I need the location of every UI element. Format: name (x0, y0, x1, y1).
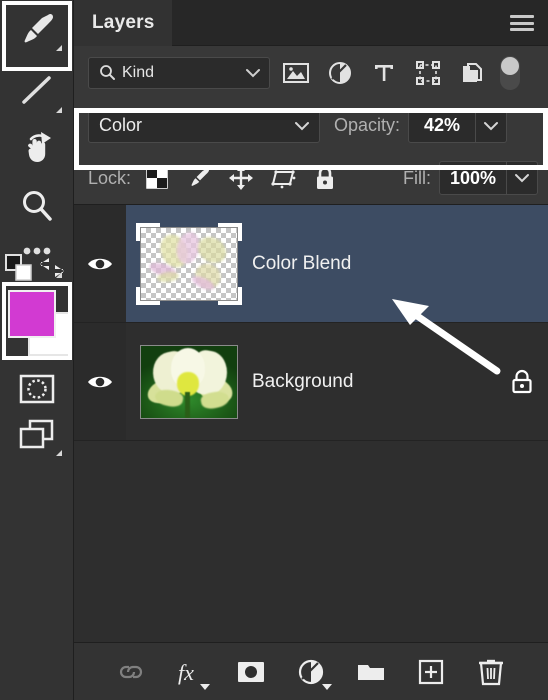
layer-lock-badge (496, 368, 548, 396)
lock-icon (512, 369, 532, 393)
layer-visibility-toggle[interactable] (74, 323, 126, 440)
lock-transparent-pixels-icon[interactable] (143, 163, 171, 193)
link-icon (119, 665, 143, 678)
lock-icons-group (143, 163, 339, 193)
opacity-dropdown-arrow[interactable] (476, 121, 506, 131)
shape-layer-filter-icon[interactable] (406, 53, 450, 93)
filter-kind-select[interactable]: Kind (88, 56, 270, 89)
table-row[interactable]: Background (74, 323, 548, 441)
eye-icon (88, 376, 112, 387)
chevron-down-icon (484, 121, 499, 130)
chevron-down-icon (515, 174, 529, 183)
filter-kind-label: Kind (122, 63, 155, 81)
fill-value: 100% (449, 167, 496, 188)
layer-list: Color Blend Background (74, 205, 548, 617)
adjustment-layer-filter-icon[interactable] (318, 53, 362, 93)
fill-field[interactable]: 100% (438, 161, 538, 195)
mask-icon (238, 661, 264, 682)
folder-icon (358, 664, 384, 680)
hamburger-line (510, 28, 534, 31)
dropdown-caret-icon (322, 683, 332, 690)
lock-image-pixels-icon[interactable] (185, 163, 213, 193)
layer-mask-button[interactable] (234, 655, 268, 689)
hamburger-line (510, 21, 534, 25)
panel-menu-button[interactable] (510, 13, 534, 33)
chevron-down-icon (295, 122, 309, 131)
table-row[interactable]: Color Blend (74, 205, 548, 323)
blend-mode-select[interactable]: Color (88, 108, 320, 143)
layer-thumbnail-transparent (136, 222, 242, 305)
layer-thumbnail-cell[interactable] (126, 222, 252, 305)
line-gradient-icon (22, 76, 51, 104)
layer-thumbnail-cell[interactable] (126, 344, 252, 419)
tools-toolbar (0, 0, 74, 700)
lock-artboard-nesting-icon[interactable] (269, 163, 297, 193)
layer-style-button[interactable]: fx (174, 655, 210, 690)
quick-mask-icon (19, 374, 55, 404)
dropdown-caret-icon (200, 683, 210, 690)
lock-all-icon[interactable] (311, 163, 339, 193)
new-group-button[interactable] (354, 655, 388, 689)
lock-position-icon[interactable] (227, 163, 255, 193)
hand-rotate-icon (28, 132, 51, 162)
brush-icon (24, 13, 53, 43)
swap-colors-icon[interactable] (37, 254, 67, 282)
gradient-tool[interactable] (5, 62, 69, 120)
blend-mode-value: Color (99, 115, 143, 135)
screen-mode-icon (19, 419, 54, 449)
layer-thumbnail-photo (140, 344, 238, 419)
filter-enable-toggle[interactable] (500, 55, 520, 90)
layer-name[interactable]: Color Blend (252, 253, 496, 275)
panel-tab-bar: Layers (74, 0, 548, 46)
lock-row: Lock: Fill: 100% (74, 152, 548, 205)
layers-panel-bottom-bar: fx (74, 642, 548, 700)
fx-icon: fx (178, 660, 194, 685)
lock-label: Lock: (88, 167, 132, 188)
foreground-color-swatch[interactable] (8, 290, 56, 338)
flyout-corner-icon (56, 450, 62, 456)
trash-icon (479, 659, 503, 685)
pixel-layer-filter-icon[interactable] (274, 53, 318, 93)
layer-visibility-toggle[interactable] (74, 205, 126, 322)
brush-tool[interactable] (5, 0, 69, 58)
default-colors-icon[interactable] (5, 254, 33, 282)
fill-dropdown-arrow[interactable] (507, 173, 537, 183)
flyout-corner-icon (56, 45, 62, 51)
eye-icon (88, 258, 112, 269)
flyout-corner-icon (56, 107, 62, 113)
plus-square-icon (418, 659, 444, 684)
delete-layer-button[interactable] (474, 655, 508, 689)
fill-label: Fill: (402, 167, 431, 188)
half-circle-icon (298, 659, 324, 684)
screen-mode-button[interactable] (5, 405, 69, 463)
link-layers-button[interactable] (114, 655, 148, 689)
chevron-down-icon (246, 68, 260, 77)
photoshop-layers-panel-screenshot: Layers Kind Color Opacity: 42% Lock: Fil… (0, 0, 548, 700)
stem (185, 391, 190, 418)
adjustment-layer-button[interactable] (294, 655, 332, 690)
opacity-value: 42% (424, 115, 461, 135)
rotate-view-tool[interactable] (5, 120, 69, 178)
new-layer-button[interactable] (414, 655, 448, 689)
blend-mode-row: Color Opacity: 42% (74, 99, 548, 152)
type-layer-filter-icon[interactable] (362, 53, 406, 93)
filter-type-icons (274, 53, 522, 93)
toggle-knob (501, 56, 519, 75)
layer-name[interactable]: Background (252, 371, 496, 393)
layer-filter-row: Kind (74, 46, 548, 99)
search-icon (100, 65, 115, 80)
color-controls-row (5, 252, 69, 282)
lotus-flower-photo (141, 345, 237, 418)
opacity-label: Opacity: (334, 115, 401, 135)
tab-layers-label: Layers (92, 12, 155, 33)
smart-object-filter-icon[interactable] (450, 53, 494, 93)
tab-layers[interactable]: Layers (74, 0, 173, 46)
layers-panel: Layers Kind Color Opacity: 42% Lock: Fil… (74, 0, 548, 700)
opacity-field[interactable]: 42% (408, 108, 508, 143)
svg-text:fx: fx (178, 660, 194, 685)
hamburger-line (510, 15, 534, 18)
